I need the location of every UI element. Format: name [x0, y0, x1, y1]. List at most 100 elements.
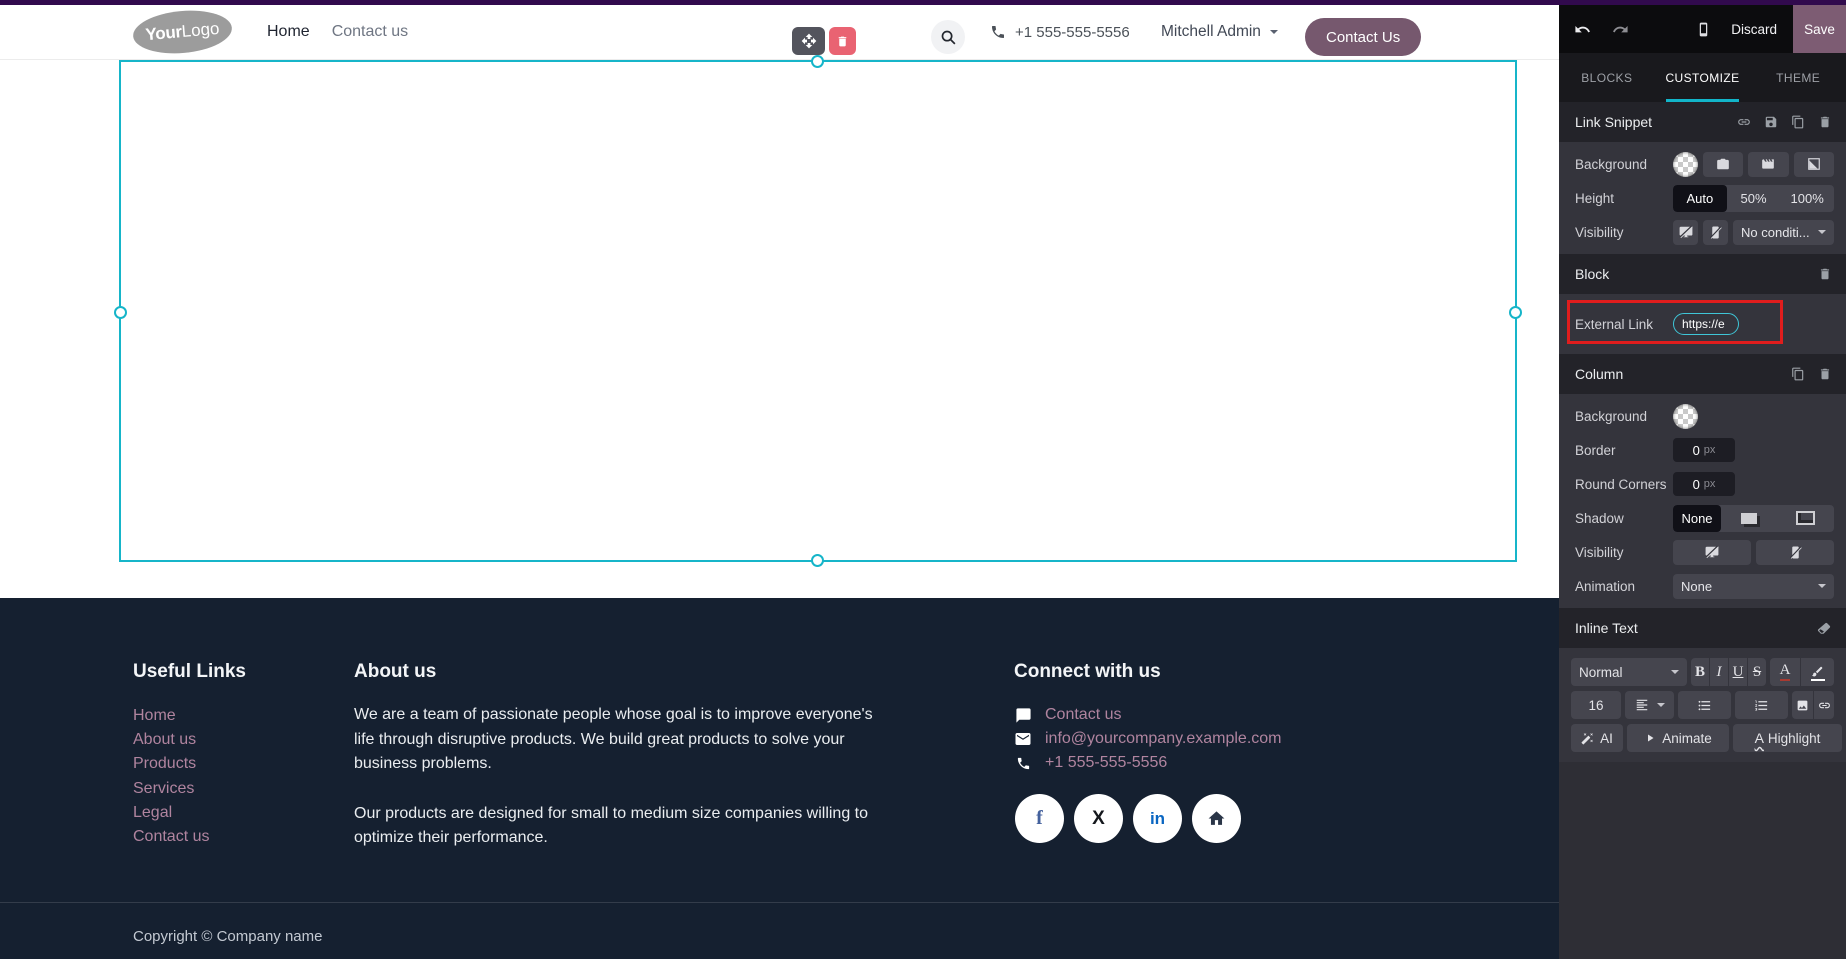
round-corners-input[interactable]: 0 px [1673, 472, 1735, 496]
footer-link-legal[interactable]: Legal [133, 801, 246, 825]
move-snippet-button[interactable] [792, 27, 825, 55]
font-color-button[interactable]: A [1770, 658, 1800, 686]
home-link-button[interactable] [1192, 794, 1241, 843]
redo-button[interactable] [1612, 21, 1629, 38]
tab-theme[interactable]: THEME [1750, 53, 1846, 102]
mobile-phone-icon [1699, 22, 1708, 36]
x-twitter-button[interactable]: X [1074, 794, 1123, 843]
user-menu[interactable]: Mitchell Admin [1161, 5, 1278, 59]
footer-link-products[interactable]: Products [133, 752, 246, 776]
height-option-100[interactable]: 100% [1780, 185, 1834, 212]
animate-button[interactable]: Animate [1627, 724, 1729, 752]
insert-image-button[interactable] [1792, 691, 1813, 719]
nav-item-home[interactable]: Home [267, 23, 310, 41]
height-option-50[interactable]: 50% [1727, 185, 1781, 212]
header-phone-link[interactable]: +1 555-555-5556 [990, 5, 1130, 59]
tab-blocks[interactable]: BLOCKS [1559, 53, 1655, 102]
section-column: Column [1559, 354, 1846, 394]
section-link-snippet: Link Snippet [1559, 102, 1846, 142]
eraser-icon[interactable] [1817, 621, 1832, 636]
insert-link-button[interactable] [1814, 691, 1834, 719]
footer-connect: Connect with us Contact us info@yourcomp… [1014, 661, 1282, 776]
selection-handle-left[interactable] [114, 306, 127, 319]
height-segmented-control: Auto 50% 100% [1673, 184, 1834, 212]
shadow-inset-option[interactable] [1778, 505, 1835, 532]
duplicate-snippet-icon[interactable] [1791, 115, 1805, 129]
ai-button[interactable]: AI [1571, 724, 1623, 752]
highlight-color-button[interactable] [1801, 658, 1834, 686]
hide-on-mobile-button[interactable] [1703, 219, 1728, 245]
block-title: Block [1575, 266, 1610, 282]
save-snippet-icon[interactable] [1764, 115, 1778, 129]
editor-toolbar: Discard Save [1559, 5, 1846, 53]
highlight-label: Highlight [1767, 730, 1821, 746]
height-option-auto[interactable]: Auto [1673, 184, 1727, 212]
highlight-effect-button[interactable]: A Highlight [1733, 724, 1842, 752]
text-align-dropdown[interactable] [1625, 691, 1674, 719]
underline-button[interactable]: U [1729, 658, 1747, 686]
duplicate-column-icon[interactable] [1791, 367, 1805, 381]
border-width-input[interactable]: 0 px [1673, 438, 1735, 462]
site-header: Your Logo Home Contact us +1 555-555-5556… [0, 5, 1559, 60]
hide-on-desktop-button[interactable] [1673, 219, 1698, 245]
footer-link-contact-us[interactable]: Contact us [133, 825, 246, 849]
external-link-input[interactable] [1673, 313, 1739, 335]
footer-contact-link[interactable]: Contact us [1045, 703, 1121, 727]
delete-snippet-icon[interactable] [1818, 115, 1832, 129]
selection-handle-top[interactable] [811, 55, 824, 68]
selection-handle-right[interactable] [1509, 306, 1522, 319]
search-button[interactable] [931, 20, 965, 54]
column-background-swatch[interactable] [1673, 403, 1698, 429]
site-logo[interactable]: Your Logo [131, 6, 234, 58]
discard-button[interactable]: Discard [1731, 22, 1777, 37]
save-button[interactable]: Save [1793, 5, 1846, 53]
linkedin-button[interactable]: in [1133, 794, 1182, 843]
mobile-preview-button[interactable] [1696, 22, 1711, 37]
align-left-icon [1636, 699, 1647, 711]
bold-button[interactable]: B [1691, 658, 1709, 686]
column-options: Background Border 0 px Round Corners 0 p… [1559, 394, 1846, 608]
site-footer: Useful Links Home About us Products Serv… [0, 598, 1559, 959]
italic-button[interactable]: I [1710, 658, 1728, 686]
numbered-list-button[interactable] [1735, 691, 1788, 719]
contact-us-button[interactable]: Contact Us [1305, 18, 1422, 56]
undo-button[interactable] [1574, 21, 1591, 38]
tab-customize[interactable]: CUSTOMIZE [1655, 53, 1751, 102]
list-ul-icon [1698, 700, 1711, 710]
shadow-none-option[interactable]: None [1673, 504, 1721, 532]
user-menu-label: Mitchell Admin [1161, 23, 1261, 40]
chevron-down-icon [1818, 230, 1826, 234]
chat-bubble-icon [1015, 708, 1031, 723]
delete-snippet-button[interactable] [829, 27, 856, 55]
background-video-button[interactable] [1748, 151, 1789, 177]
ai-label: AI [1600, 730, 1613, 746]
footer-link-about-us[interactable]: About us [133, 728, 246, 752]
text-style-dropdown[interactable]: Normal [1571, 658, 1687, 686]
footer-email-link[interactable]: info@yourcompany.example.com [1045, 727, 1282, 751]
nav-item-contact-us[interactable]: Contact us [332, 23, 408, 41]
editor-tabs: BLOCKS CUSTOMIZE THEME [1559, 53, 1846, 102]
connect-title: Connect with us [1014, 661, 1161, 682]
animate-label: Animate [1662, 730, 1712, 746]
facebook-button[interactable]: f [1015, 794, 1064, 843]
column-hide-on-desktop-button[interactable] [1673, 539, 1751, 565]
visibility-condition-dropdown[interactable]: No conditi... [1733, 219, 1834, 245]
column-hide-on-mobile-button[interactable] [1756, 539, 1834, 565]
delete-column-icon[interactable] [1818, 367, 1832, 381]
font-size-input[interactable]: 16 [1571, 691, 1621, 719]
anchor-link-icon[interactable] [1737, 115, 1751, 129]
delete-block-icon[interactable] [1818, 267, 1832, 281]
useful-links-title: Useful Links [133, 661, 246, 682]
background-color-swatch[interactable] [1673, 151, 1698, 177]
footer-link-services[interactable]: Services [133, 777, 246, 801]
selection-handle-bottom[interactable] [811, 554, 824, 567]
bulleted-list-button[interactable] [1678, 691, 1731, 719]
strikethrough-button[interactable]: S [1748, 658, 1766, 686]
background-shape-button[interactable] [1793, 151, 1834, 177]
background-image-button[interactable] [1703, 151, 1744, 177]
font-color-letter: A [1779, 663, 1791, 681]
animation-dropdown[interactable]: None [1673, 573, 1834, 599]
footer-link-home[interactable]: Home [133, 704, 246, 728]
shadow-outset-option[interactable] [1721, 505, 1778, 532]
footer-phone-link[interactable]: +1 555-555-5556 [1045, 751, 1167, 775]
